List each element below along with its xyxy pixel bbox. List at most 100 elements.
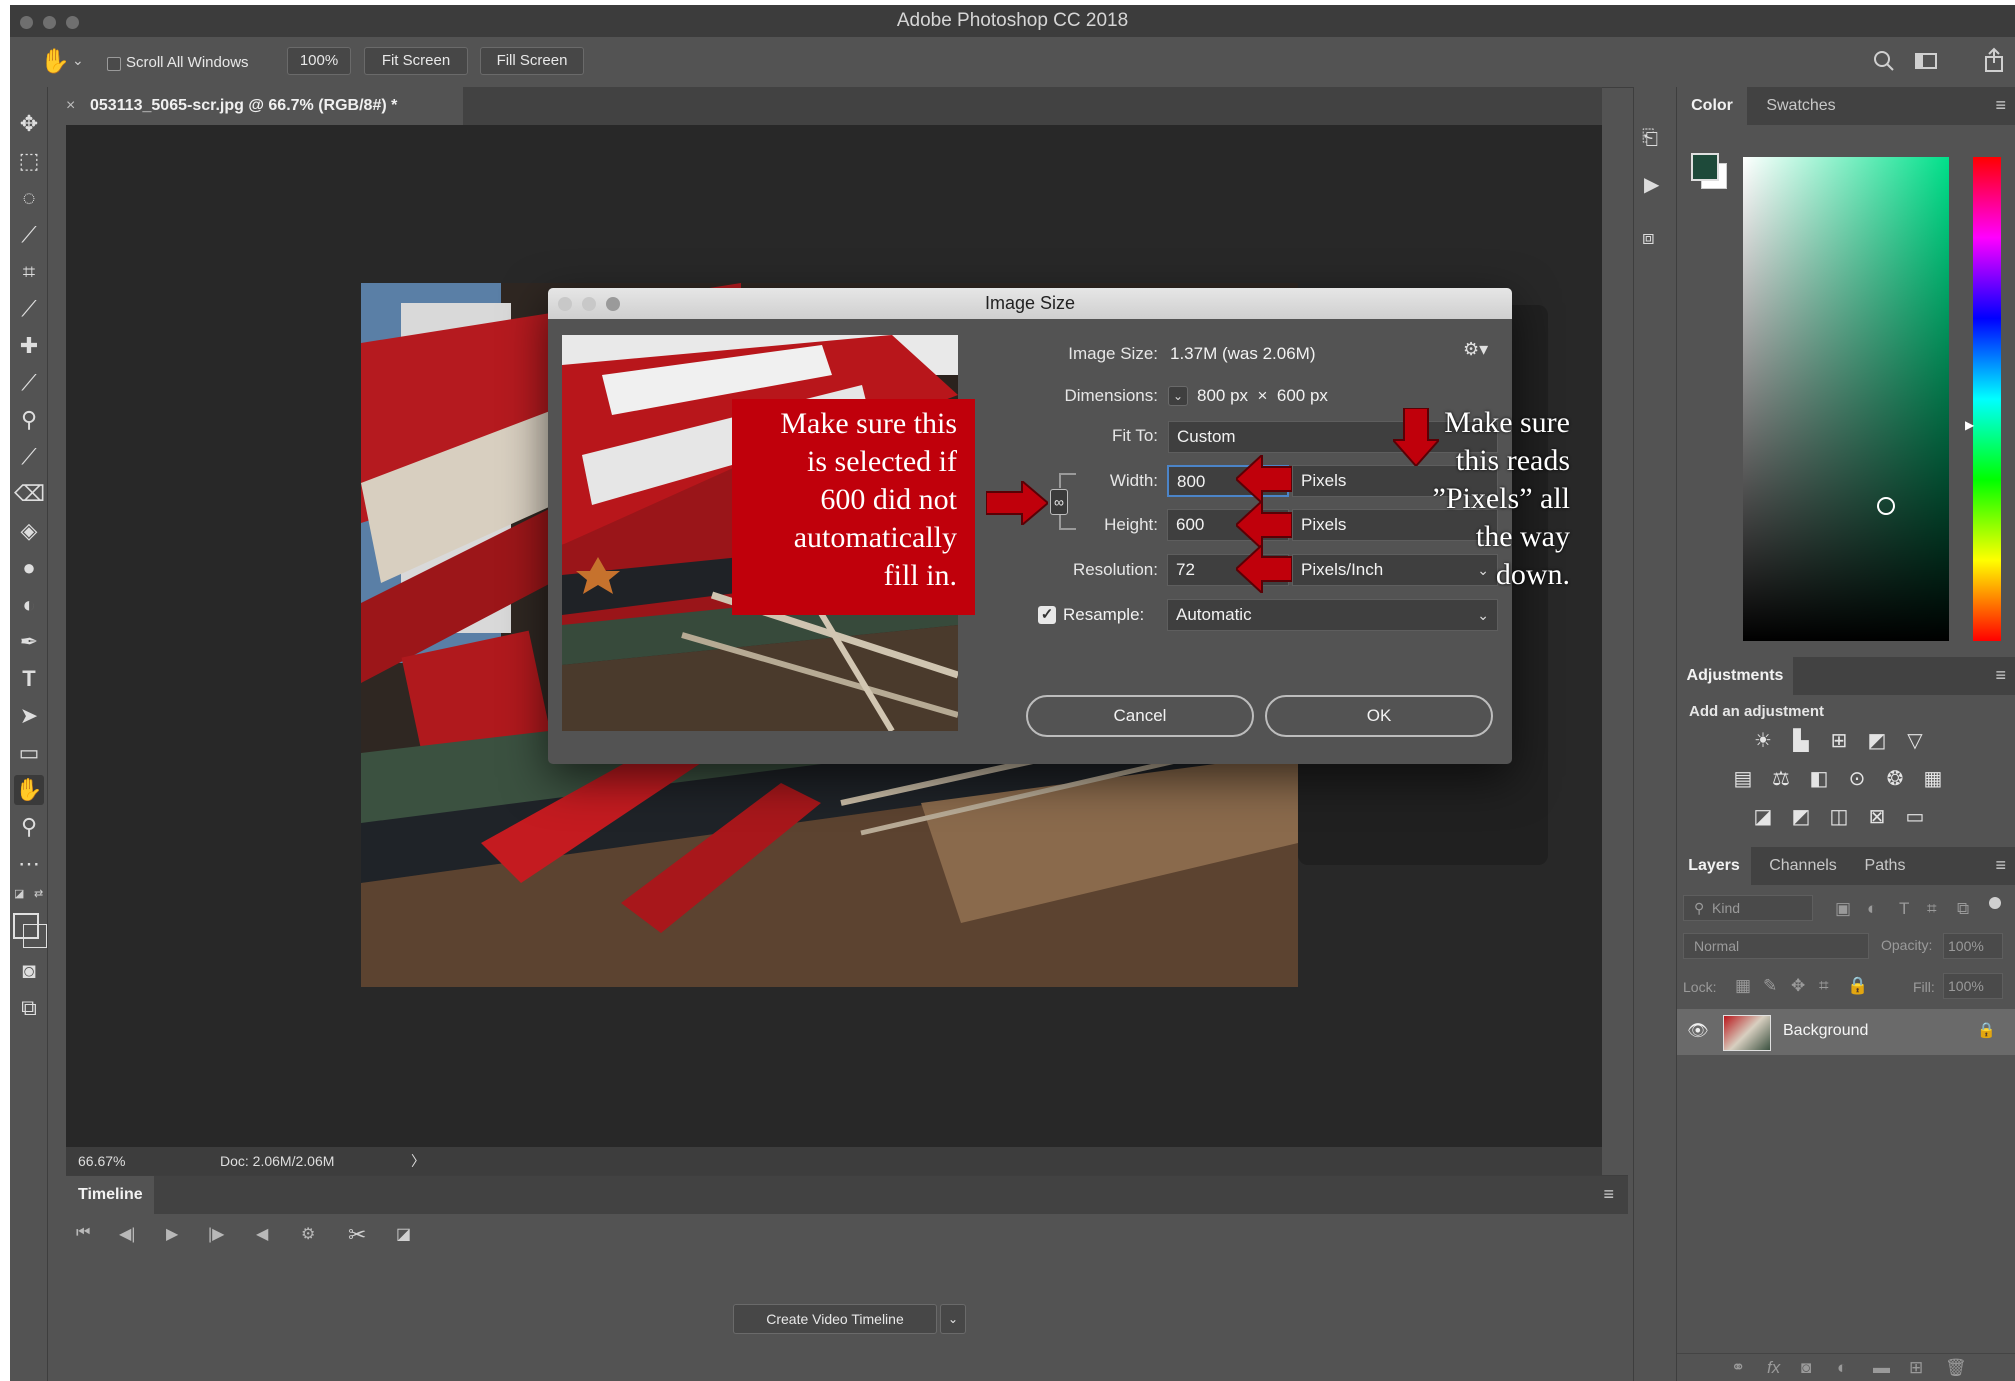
layer-lock-icon[interactable]: 🔒 bbox=[1977, 1021, 1996, 1039]
audio-icon[interactable]: ◀ bbox=[256, 1224, 268, 1244]
vibrance-icon[interactable]: ▽ bbox=[1903, 729, 1927, 753]
blur-tool-icon[interactable]: ● bbox=[14, 553, 44, 583]
channel-mixer-icon[interactable]: ❂ bbox=[1883, 767, 1907, 791]
brush-tool-icon[interactable]: ⟋ bbox=[14, 368, 44, 398]
new-group-folder-icon[interactable]: ▬ bbox=[1873, 1358, 1890, 1378]
timeline-mode-dropdown-icon[interactable]: ⌄ bbox=[940, 1304, 966, 1334]
workspace-icon[interactable] bbox=[1914, 51, 1940, 71]
filter-type-icon[interactable]: T bbox=[1899, 899, 1909, 919]
timeline-tab[interactable]: Timeline bbox=[66, 1176, 154, 1214]
transition-icon[interactable]: ◪ bbox=[396, 1224, 411, 1244]
tab-paths[interactable]: Paths bbox=[1853, 847, 1917, 885]
new-layer-icon[interactable]: ⊞ bbox=[1909, 1358, 1923, 1378]
layer-visibility-eye-icon[interactable]: 👁 bbox=[1687, 1021, 1709, 1041]
next-frame-icon[interactable]: |▶ bbox=[208, 1224, 224, 1244]
settings-gear-icon[interactable]: ⚙▾ bbox=[1463, 339, 1488, 360]
scroll-all-windows-checkbox[interactable] bbox=[107, 57, 121, 71]
curves-icon[interactable]: ⊞ bbox=[1827, 729, 1851, 753]
history-brush-tool-icon[interactable]: ⟋ bbox=[14, 442, 44, 472]
dialog-minimize-button[interactable] bbox=[582, 297, 596, 311]
filter-toggle-icon[interactable] bbox=[1989, 897, 2001, 909]
paint-bucket-tool-icon[interactable]: ◈ bbox=[14, 516, 44, 546]
selective-color-icon[interactable]: ⊠ bbox=[1865, 805, 1889, 829]
new-adjustment-layer-icon[interactable]: ◐ bbox=[1837, 1358, 1847, 1378]
resample-select[interactable]: Automatic ⌄ bbox=[1167, 599, 1498, 631]
layer-name[interactable]: Background bbox=[1783, 1022, 1868, 1040]
healing-brush-tool-icon[interactable]: ✚ bbox=[14, 331, 44, 361]
tab-swatches[interactable]: Swatches bbox=[1755, 87, 1847, 125]
color-field[interactable] bbox=[1743, 157, 1949, 641]
dialog-close-button[interactable] bbox=[558, 297, 572, 311]
zoom-tool-icon[interactable]: ⚲ bbox=[14, 812, 44, 842]
marquee-tool-icon[interactable]: ⬚ bbox=[14, 146, 44, 176]
hue-slider[interactable] bbox=[1973, 157, 2001, 641]
add-mask-icon[interactable]: ◙ bbox=[1801, 1358, 1811, 1378]
hue-saturation-icon[interactable]: ▤ bbox=[1731, 767, 1755, 791]
layers-menu-icon[interactable]: ≡ bbox=[1995, 855, 2006, 876]
color-foreground-swatch[interactable] bbox=[1691, 153, 1719, 181]
levels-icon[interactable]: ▙ bbox=[1789, 729, 1813, 753]
link-layers-icon[interactable]: ⚭ bbox=[1731, 1358, 1745, 1378]
share-icon[interactable] bbox=[1982, 47, 2006, 73]
color-lookup-icon[interactable]: ▦ bbox=[1921, 767, 1945, 791]
dodge-tool-icon[interactable]: ◐ bbox=[14, 590, 44, 620]
gradient-map-icon[interactable]: ▭ bbox=[1903, 805, 1927, 829]
document-tab[interactable]: × 053113_5065-scr.jpg @ 66.7% (RGB/8#) * bbox=[48, 87, 463, 125]
black-white-icon[interactable]: ◧ bbox=[1807, 767, 1831, 791]
toolbox-foreground-swatch[interactable] bbox=[13, 913, 39, 939]
fit-screen-button[interactable]: Fit Screen bbox=[364, 47, 468, 75]
crop-tool-icon[interactable]: ⌗ bbox=[14, 257, 44, 287]
move-tool-icon[interactable]: ✥ bbox=[14, 109, 44, 139]
lock-image-icon[interactable]: ✎ bbox=[1763, 976, 1777, 996]
layer-style-fx-icon[interactable]: fx bbox=[1767, 1358, 1780, 1378]
create-video-timeline-button[interactable]: Create Video Timeline bbox=[733, 1304, 937, 1334]
color-panel-menu-icon[interactable]: ≡ bbox=[1995, 95, 2006, 116]
default-colors-icon[interactable]: ◪ bbox=[14, 887, 28, 901]
actions-panel-play-icon[interactable]: ▶ bbox=[1644, 172, 1659, 197]
ok-button[interactable]: OK bbox=[1265, 695, 1493, 737]
layer-filter-kind-select[interactable]: ⚲ Kind bbox=[1683, 895, 1813, 921]
dialog-zoom-button[interactable] bbox=[606, 297, 620, 311]
brightness-contrast-icon[interactable]: ☀ bbox=[1751, 729, 1775, 753]
filter-smart-object-icon[interactable]: ⧉ bbox=[1957, 899, 1969, 919]
3d-panel-icon[interactable]: ⧈ bbox=[1642, 227, 1655, 250]
play-icon[interactable]: ▶ bbox=[166, 1224, 178, 1244]
tab-adjustments[interactable]: Adjustments bbox=[1677, 657, 1793, 695]
filter-pixel-icon[interactable]: ▣ bbox=[1835, 899, 1851, 919]
lock-transparent-icon[interactable]: ▦ bbox=[1735, 976, 1751, 996]
fill-screen-button[interactable]: Fill Screen bbox=[480, 47, 584, 75]
threshold-icon[interactable]: ◫ bbox=[1827, 805, 1851, 829]
delete-layer-trash-icon[interactable]: 🗑 bbox=[1945, 1358, 1967, 1378]
constrain-proportions-link-icon[interactable]: ∞ bbox=[1050, 489, 1068, 515]
eraser-tool-icon[interactable]: ⌫ bbox=[14, 479, 45, 509]
quick-selection-tool-icon[interactable]: ⟋ bbox=[14, 220, 44, 250]
close-document-icon[interactable]: × bbox=[66, 87, 75, 125]
lock-artboard-icon[interactable]: ⌗ bbox=[1819, 976, 1829, 996]
more-tools-icon[interactable]: ⋯ bbox=[14, 849, 44, 879]
timeline-menu-icon[interactable]: ≡ bbox=[1603, 1184, 1614, 1205]
hand-tool-icon[interactable]: ✋ bbox=[40, 47, 70, 77]
lock-all-icon[interactable]: 🔒 bbox=[1847, 976, 1868, 996]
hue-slider-pointer-icon[interactable]: ▶ bbox=[1965, 418, 1974, 432]
pen-tool-icon[interactable]: ✒ bbox=[14, 627, 44, 657]
tab-color[interactable]: Color bbox=[1677, 87, 1747, 125]
filter-adjustment-icon[interactable]: ◐ bbox=[1867, 899, 1877, 919]
screen-mode-icon[interactable]: ⧉ bbox=[14, 993, 44, 1023]
lasso-tool-icon[interactable]: ◌ bbox=[14, 183, 44, 213]
go-to-first-frame-icon[interactable]: ⏮ bbox=[76, 1224, 90, 1242]
type-tool-icon[interactable]: T bbox=[14, 664, 44, 694]
clone-stamp-tool-icon[interactable]: ⚲ bbox=[14, 405, 44, 435]
zoom-level[interactable]: 66.67% bbox=[78, 1147, 125, 1175]
tab-layers[interactable]: Layers bbox=[1677, 847, 1751, 885]
exposure-icon[interactable]: ◩ bbox=[1865, 729, 1889, 753]
hand-tool-selected-icon[interactable]: ✋ bbox=[14, 775, 44, 805]
resample-checkbox[interactable]: ✓ bbox=[1038, 606, 1056, 624]
history-panel-icon[interactable]: ⎗ bbox=[1642, 127, 1658, 150]
color-balance-icon[interactable]: ⚖ bbox=[1769, 767, 1793, 791]
eyedropper-tool-icon[interactable]: ⟋ bbox=[14, 294, 44, 324]
posterize-icon[interactable]: ◩ bbox=[1789, 805, 1813, 829]
layer-row-background[interactable]: 👁 Background 🔒 bbox=[1677, 1009, 2015, 1055]
fill-input[interactable]: 100% bbox=[1943, 973, 2003, 999]
split-scissors-icon[interactable]: ✂ bbox=[348, 1222, 366, 1248]
quick-mask-icon[interactable]: ◙ bbox=[14, 956, 44, 986]
